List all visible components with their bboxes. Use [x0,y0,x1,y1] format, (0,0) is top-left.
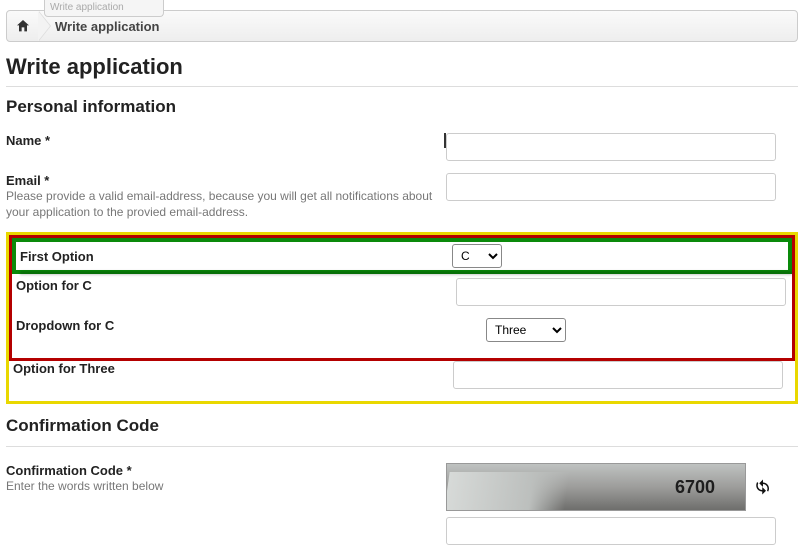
first-option-label: First Option [20,249,444,264]
email-label: Email * [6,173,438,188]
dropdown-for-c-label: Dropdown for C [16,318,448,333]
field-name: Name * [6,127,798,167]
captcha-text: 6700 [675,477,715,498]
name-input[interactable] [446,133,776,161]
name-label: Name * [6,133,436,148]
option-for-c-input[interactable] [456,278,786,306]
page-title: Write application [6,54,798,80]
breadcrumb-current: Write application [55,19,160,34]
field-confirmation-code: Confirmation Code * Enter the words writ… [6,457,798,551]
email-help: Please provide a valid email-address, be… [6,188,438,220]
background-tab: Write application [44,0,164,17]
highlight-green: First Option C [12,238,792,274]
confirmation-code-input[interactable] [446,517,776,545]
field-option-for-three: Option for Three [9,361,795,401]
email-input[interactable] [446,173,776,201]
section-confirmation: Confirmation Code [6,416,798,436]
option-for-three-input[interactable] [453,361,783,389]
captcha-image: 6700 [446,463,746,511]
field-email: Email * Please provide a valid email-add… [6,167,798,226]
refresh-icon[interactable] [754,478,772,496]
divider [6,86,798,87]
field-option-for-c: Option for C [12,278,792,318]
confirmation-code-label: Confirmation Code * [6,463,438,478]
dropdown-for-c-select[interactable]: Three [486,318,566,342]
option-for-three-label: Option for Three [13,361,445,376]
highlight-red: First Option C Option for C Dropd [9,235,795,361]
highlight-yellow: First Option C Option for C Dropd [6,232,798,404]
breadcrumb-separator [39,11,51,41]
option-for-c-label: Option for C [16,278,448,293]
first-option-select[interactable]: C [452,244,502,268]
home-icon[interactable] [13,16,33,36]
divider [6,446,798,447]
confirmation-code-help: Enter the words written below [6,478,438,494]
section-personal-info: Personal information [6,97,798,117]
field-dropdown-for-c: Dropdown for C Three [12,318,792,358]
